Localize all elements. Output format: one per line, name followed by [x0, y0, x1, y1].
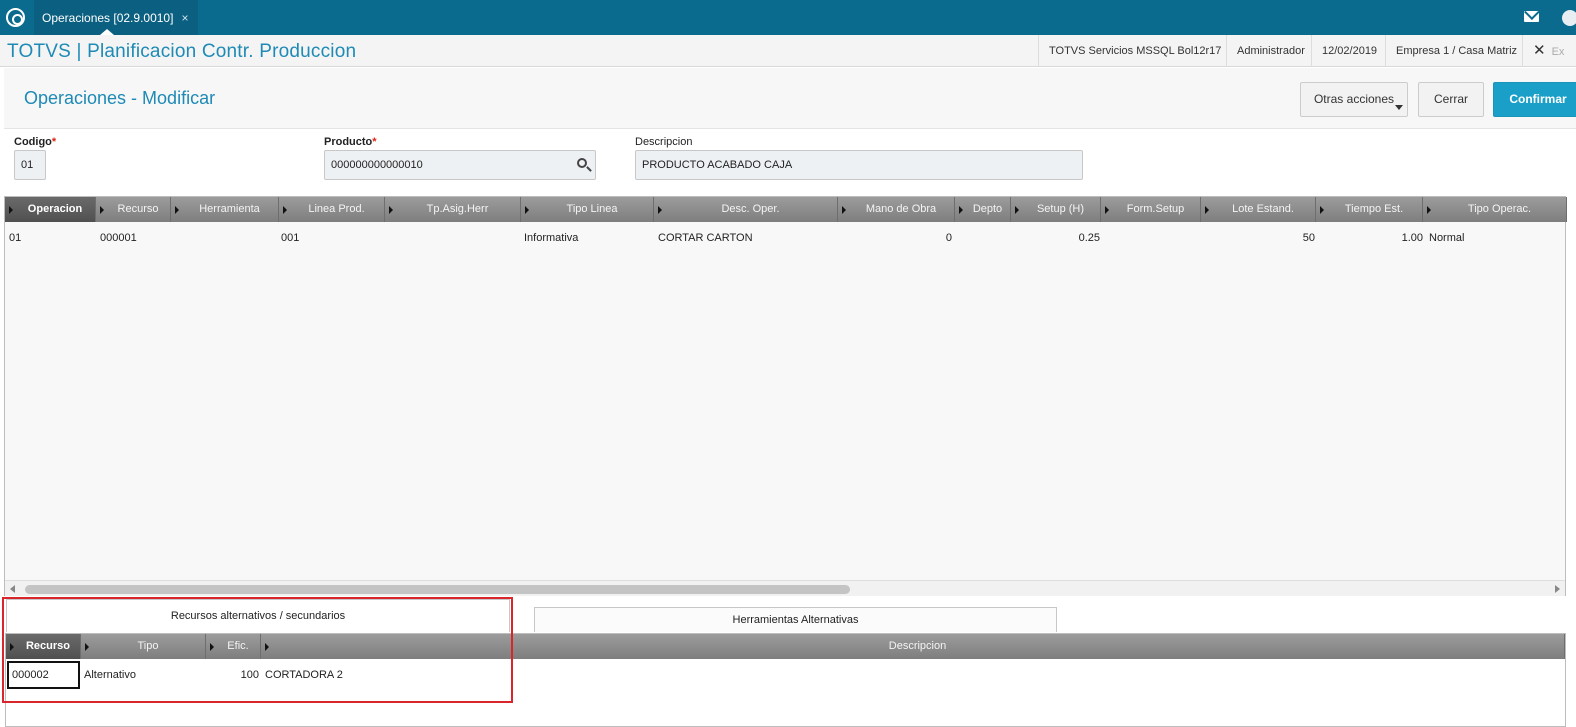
col-alt-recurso[interactable]: Recurso [6, 634, 81, 659]
user-icon[interactable] [1562, 10, 1576, 26]
col-desc-oper[interactable]: Desc. Oper. [654, 197, 838, 222]
col-tiempo-est[interactable]: Tiempo Est. [1316, 197, 1423, 222]
table-row[interactable]: 01 000001 001 Informativa CORTAR CARTON … [5, 225, 1565, 252]
horizontal-scrollbar[interactable] [5, 580, 1565, 596]
otras-acciones-button[interactable]: Otras acciones [1300, 82, 1408, 117]
col-alt-tipo[interactable]: Tipo [81, 634, 206, 659]
chevron-down-icon [1395, 105, 1403, 110]
cell-alt-descripcion: CORTADORA 2 [265, 669, 343, 681]
cell-mano-de-obra: 0 [945, 232, 952, 244]
producto-field[interactable]: 000000000000010 [324, 150, 596, 180]
col-depto[interactable]: Depto [955, 197, 1011, 222]
codigo-field[interactable]: 01 [14, 150, 46, 180]
cerrar-button[interactable]: Cerrar [1418, 82, 1484, 117]
col-linea-prod[interactable]: Linea Prod. [279, 197, 385, 222]
table-row[interactable]: 000002 Alternativo 100 CORTADORA 2 [6, 662, 1565, 689]
alternatives-grid-header: Recurso Tipo Efic. Descripcion [6, 634, 1565, 659]
tab-herramientas-alternativas[interactable]: Herramientas Alternativas [534, 607, 1057, 632]
otras-acciones-label: Otras acciones [1313, 92, 1395, 106]
tab-close-icon[interactable]: × [181, 1, 188, 35]
cell-tiempo-est: 1.00 [1401, 232, 1423, 244]
close-icon: ✕ [1533, 42, 1546, 59]
col-setup-h[interactable]: Setup (H) [1011, 197, 1101, 222]
operations-grid: Operacion Recurso Herramienta Linea Prod… [4, 196, 1567, 596]
exit-button[interactable]: ✕ Ex [1522, 35, 1564, 67]
app-window: Operaciones [02.9.0010] × TOTVS | Planif… [0, 0, 1576, 727]
app-title: TOTVS | Planificacion Contr. Produccion [7, 41, 357, 62]
cell-alt-tipo: Alternativo [84, 669, 136, 681]
app-header: TOTVS | Planificacion Contr. Produccion … [0, 35, 1576, 67]
page-title: Operaciones - Modificar [24, 88, 216, 108]
search-icon[interactable] [577, 158, 587, 168]
producto-value: 000000000000010 [331, 159, 423, 171]
user-label: Administrador [1226, 35, 1315, 67]
tab-recursos-alternativos[interactable]: Recursos alternativos / secundarios [6, 599, 510, 632]
cell-setup-h: 0.25 [1078, 232, 1100, 244]
cell-tipo-linea: Informativa [524, 232, 579, 244]
cell-alt-efic: 100 [240, 669, 259, 681]
confirmar-button[interactable]: Confirmar [1493, 82, 1576, 117]
descripcion-field[interactable]: PRODUCTO ACABADO CAJA [635, 150, 1083, 180]
cell-operacion: 01 [9, 232, 22, 244]
alternatives-grid: Recurso Tipo Efic. Descripcion 000002 Al… [5, 633, 1566, 727]
cell-desc-oper: CORTAR CARTON [658, 232, 753, 244]
col-tipo-operac[interactable]: Tipo Operac. [1423, 197, 1567, 222]
environment-label: TOTVS Servicios MSSQL Bol12r17 [1038, 35, 1231, 67]
selected-cell-outline [7, 661, 80, 689]
cell-tipo-operac: Normal [1429, 232, 1465, 244]
scroll-left-icon[interactable] [10, 585, 15, 593]
col-lote-estand[interactable]: Lote Estand. [1201, 197, 1316, 222]
col-form-setup[interactable]: Form.Setup [1101, 197, 1201, 222]
top-bar: Operaciones [02.9.0010] × [0, 0, 1576, 35]
tab-operaciones[interactable]: Operaciones [02.9.0010] × [34, 0, 199, 35]
mail-icon[interactable] [1524, 11, 1539, 22]
col-recurso[interactable]: Recurso [96, 197, 171, 222]
cell-recurso: 000001 [100, 232, 137, 244]
form-toolbar: Operaciones - Modificar Otras acciones C… [4, 68, 1576, 129]
producto-label: Producto* [324, 136, 377, 148]
col-mano-de-obra[interactable]: Mano de Obra [838, 197, 955, 222]
exit-label: Ex [1551, 46, 1565, 58]
codigo-label: Codigo* [14, 136, 57, 148]
col-tp-asig-herr[interactable]: Tp.Asig.Herr [385, 197, 521, 222]
cell-lote-estand: 50 [1302, 232, 1315, 244]
col-herramienta[interactable]: Herramienta [171, 197, 279, 222]
descripcion-label: Descripcion [635, 136, 693, 148]
totvs-logo-icon[interactable] [6, 8, 25, 27]
cell-linea-prod: 001 [281, 232, 300, 244]
scroll-right-icon[interactable] [1555, 585, 1560, 593]
col-alt-descripcion[interactable]: Descripcion [261, 634, 1565, 659]
company-label: Empresa 1 / Casa Matriz [1385, 35, 1527, 67]
col-tipo-linea[interactable]: Tipo Linea [521, 197, 654, 222]
date-label: 12/02/2019 [1311, 35, 1387, 67]
scrollbar-thumb[interactable] [25, 585, 850, 594]
operations-grid-header: Operacion Recurso Herramienta Linea Prod… [5, 197, 1567, 222]
col-alt-efic[interactable]: Efic. [206, 634, 261, 659]
col-operacion[interactable]: Operacion [5, 197, 96, 222]
